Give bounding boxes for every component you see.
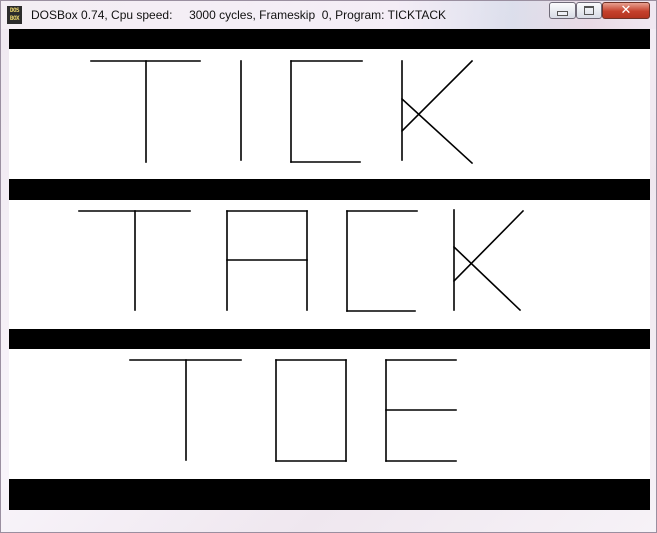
letter-t bbox=[129, 359, 242, 461]
maximize-icon bbox=[584, 6, 594, 15]
letter-c bbox=[346, 210, 418, 312]
letter-o bbox=[275, 359, 347, 462]
letter-c bbox=[290, 60, 363, 163]
letter-t bbox=[78, 210, 191, 311]
word-tack bbox=[78, 209, 525, 312]
minimize-button[interactable] bbox=[549, 2, 576, 19]
letter-k bbox=[400, 59, 474, 165]
tick-tack-toe-drawing bbox=[78, 59, 525, 462]
close-button[interactable]: ✕ bbox=[602, 2, 650, 19]
word-tick bbox=[90, 59, 474, 165]
dosbox-app-icon[interactable]: DOS BOX bbox=[7, 6, 22, 24]
minimize-icon bbox=[557, 10, 568, 16]
title-bar[interactable]: DOS BOX DOSBox 0.74, Cpu speed: 3000 cycl… bbox=[1, 1, 656, 29]
word-toe bbox=[129, 359, 457, 462]
letter-t bbox=[90, 60, 201, 163]
dosbox-window: DOS BOX DOSBox 0.74, Cpu speed: 3000 cycl… bbox=[0, 0, 657, 533]
letter-k bbox=[452, 209, 525, 312]
dos-screen[interactable] bbox=[9, 29, 650, 510]
maximize-button[interactable] bbox=[576, 2, 602, 19]
window-title: DOSBox 0.74, Cpu speed: 3000 cycles, Fra… bbox=[31, 8, 447, 22]
close-icon: ✕ bbox=[620, 3, 632, 18]
letter-a bbox=[226, 210, 308, 311]
letter-e bbox=[385, 359, 457, 462]
